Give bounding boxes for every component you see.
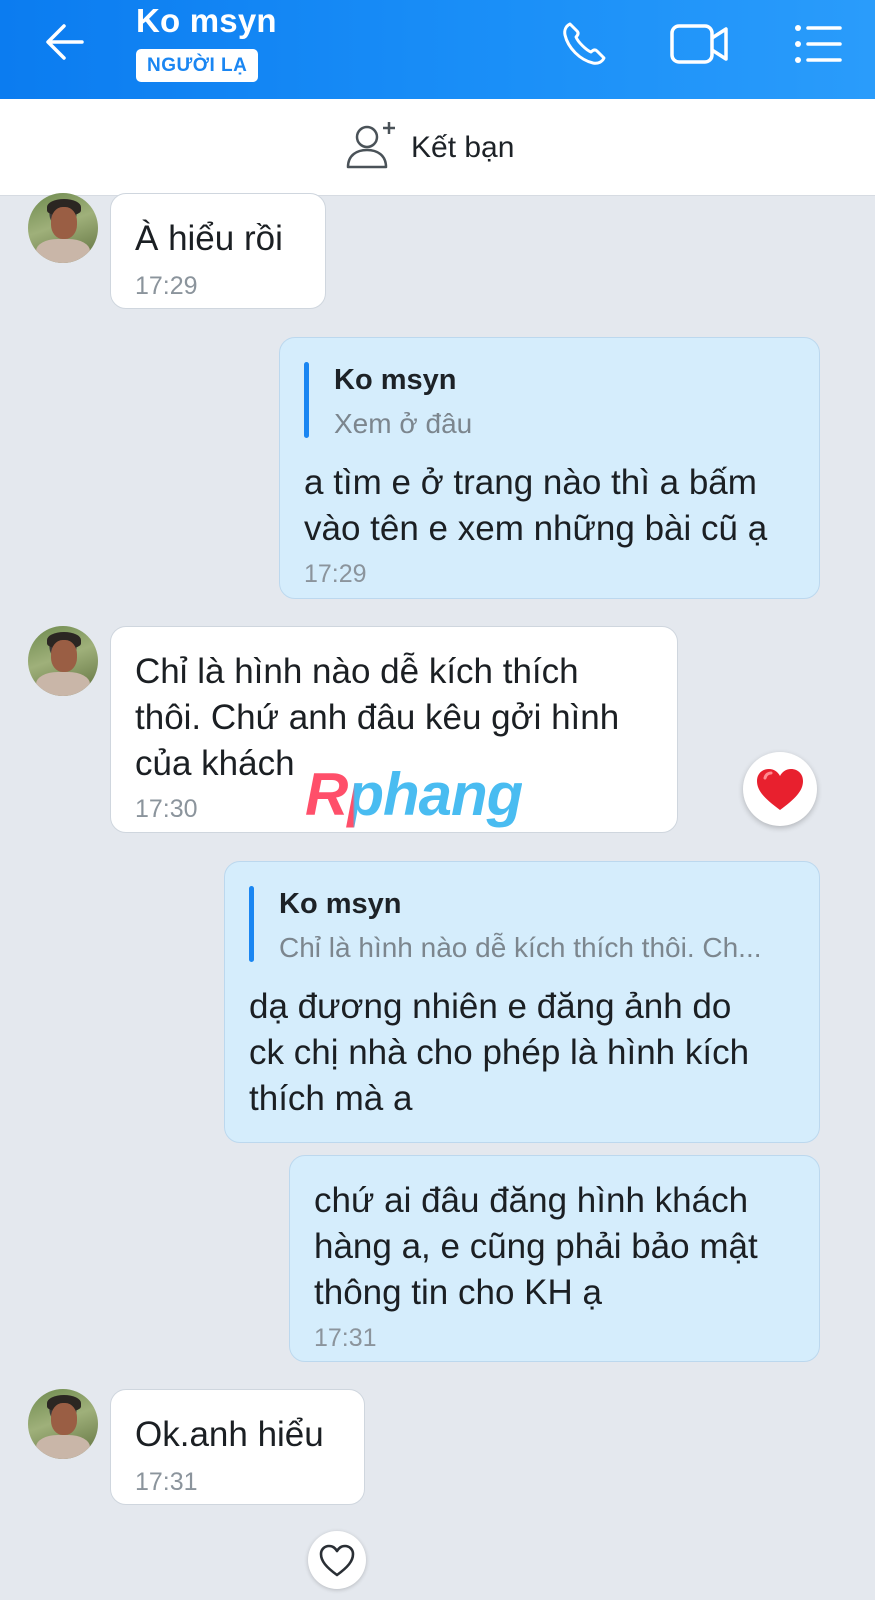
- message-time: 17:31: [314, 1324, 377, 1352]
- message-text: a tìm e ở trang nào thì a bấm: [304, 463, 757, 502]
- quote-text: Chỉ là hình nào dễ kích thích thôi. Ch..…: [279, 932, 762, 963]
- message-bubble-incoming[interactable]: Ok.anh hiểu 17:31: [110, 1389, 365, 1505]
- video-camera-icon[interactable]: [668, 16, 734, 72]
- message-time: 17:31: [135, 1468, 198, 1496]
- watermark-logo: Rphang: [305, 761, 523, 828]
- avatar[interactable]: [28, 193, 98, 263]
- message-text: thôi. Chứ anh đâu kêu gởi hình: [135, 698, 620, 737]
- message-text: À hiểu rồi: [135, 219, 283, 258]
- message-text: Ok.anh hiểu: [135, 1415, 324, 1454]
- react-heart-button[interactable]: [308, 1531, 366, 1589]
- quote-sender: Ko msyn: [334, 364, 457, 396]
- quote-indicator: [249, 886, 254, 962]
- quote-sender: Ko msyn: [279, 888, 402, 920]
- message-time: 17:29: [304, 560, 367, 588]
- message-bubble-incoming[interactable]: À hiểu rồi 17:29: [110, 193, 326, 309]
- avatar[interactable]: [28, 1389, 98, 1459]
- quote-text: Xem ở đâu: [334, 408, 473, 439]
- back-arrow-icon[interactable]: [38, 14, 94, 70]
- message-text: Chỉ là hình nào dễ kích thích: [135, 652, 579, 691]
- quote-indicator: [304, 362, 309, 438]
- add-friend-button[interactable]: Kết bạn: [345, 119, 514, 177]
- chat-header: Ko msyn NGƯỜI LẠ: [0, 0, 875, 99]
- menu-list-icon[interactable]: [790, 16, 846, 72]
- message-bubble-outgoing[interactable]: Ko msyn Xem ở đâu a tìm e ở trang nào th…: [279, 337, 820, 599]
- add-person-icon: [345, 119, 399, 178]
- add-friend-bar: Kết bạn: [0, 99, 875, 196]
- message-text: của khách: [135, 744, 295, 783]
- message-text: hàng a, e cũng phải bảo mật: [314, 1227, 758, 1266]
- avatar[interactable]: [28, 626, 98, 696]
- message-bubble-outgoing[interactable]: Ko msyn Chỉ là hình nào dễ kích thích th…: [224, 861, 820, 1143]
- message-text: thích mà a: [249, 1079, 413, 1118]
- message-time: 17:29: [135, 272, 198, 300]
- heart-icon: [757, 769, 803, 810]
- phone-icon[interactable]: [556, 16, 612, 72]
- heart-outline-icon: [319, 1544, 355, 1577]
- message-time: 17:30: [135, 795, 198, 823]
- message-text: thông tin cho KH ạ: [314, 1273, 602, 1312]
- message-text: dạ đương nhiên e đăng ảnh do: [249, 987, 732, 1026]
- message-text: vào tên e xem những bài cũ ạ: [304, 509, 768, 548]
- message-text: chứ ai đâu đăng hình khách: [314, 1181, 749, 1220]
- contact-name[interactable]: Ko msyn: [136, 2, 277, 40]
- add-friend-label: Kết bạn: [411, 131, 515, 164]
- stranger-badge: NGƯỜI LẠ: [136, 49, 259, 82]
- message-text: ck chị nhà cho phép là hình kích: [249, 1033, 750, 1072]
- heart-reaction-badge[interactable]: [743, 752, 817, 826]
- message-bubble-outgoing[interactable]: chứ ai đâu đăng hình khách hàng a, e cũn…: [289, 1155, 820, 1362]
